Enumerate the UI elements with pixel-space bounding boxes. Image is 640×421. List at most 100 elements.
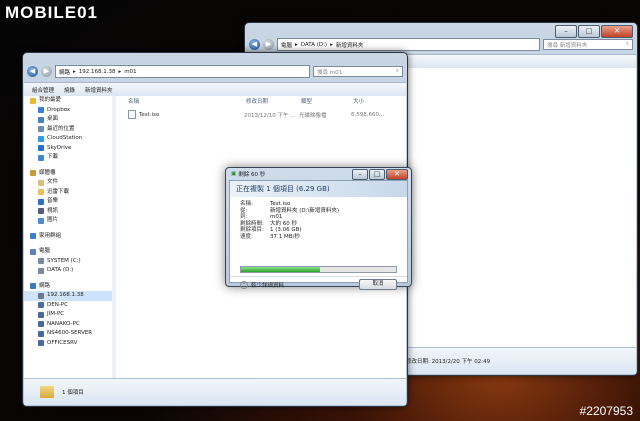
nav-group-spacer [24,348,112,354]
sidebar-item[interactable]: 音樂 [24,197,112,207]
sidebar-item[interactable]: SkyDrive [24,144,112,154]
close-button[interactable]: ✕ [386,169,408,180]
sidebar-item[interactable]: OFFICESRV [24,339,112,349]
minimize-button[interactable]: – [352,169,368,180]
column-header-type[interactable]: 類型 [301,96,312,106]
navigation-pane[interactable]: 我的最愛 Dropbox 桌面最近的位置 CloudStation SkyDrive 下載… [24,96,113,378]
sidebar-item[interactable]: NS4600-SERVER [24,329,112,339]
maximize-button[interactable]: □ [369,169,385,180]
window-controls: – □ ✕ [555,25,633,38]
detail-value: 37.1 MB/秒 [270,233,300,240]
forward-button[interactable]: ▶ [263,39,274,50]
sidebar-item[interactable]: SYSTEM (C:) [24,257,112,267]
server-icon [38,292,44,299]
sidebar-item[interactable]: DEN-PC [24,301,112,311]
progress-bar [240,266,397,273]
sidebar-item-label: OFFICESRV [47,339,78,346]
sidebar-item-label: NANAKO-PC [47,320,80,327]
dialog-title-text: 剩餘 60 秒 [238,172,266,178]
mobile01-logo-watermark: MOBILE01 [5,3,99,22]
column-header-name[interactable]: 名稱 [128,96,139,106]
homegroup-icon [30,233,36,240]
back-button[interactable]: ◀ [249,39,260,50]
sidebar-item[interactable]: 我的最愛 [24,96,112,106]
sidebar-item[interactable]: 桌面 [24,115,112,125]
maximize-button[interactable]: □ [578,25,600,38]
address-bar[interactable]: 電腦 ▸ DATA (D:) ▸ 新增資料夾 [277,38,540,51]
forward-button[interactable]: ▶ [41,66,52,77]
modified-date: 修改日期: 2013/2/20 下午 02:49 [406,359,491,365]
close-button[interactable]: ✕ [601,25,633,38]
details-pane: 1 個項目 [24,378,406,405]
sidebar-item[interactable]: 電腦 [24,247,112,257]
sidebar-item[interactable]: 視訊 [24,207,112,217]
address-bar[interactable]: 網路 ▸ 192.168.1.38 ▸ m01 [55,65,310,78]
less-info-toggle[interactable]: ⌃ 較少詳細資料 [240,281,284,289]
less-info-label: 較少詳細資料 [251,283,285,289]
sidebar-item-label: 最近的位置 [47,125,75,132]
sidebar-item[interactable]: 192.168.1.38 [24,291,112,301]
file-modified: 2013/12/10 下午 ... [244,112,296,119]
organize-button[interactable]: 組合管理 [32,86,54,94]
breadcrumb-1[interactable]: 192.168.1.38 [79,69,116,75]
sidebar-item-label: DATA (D:) [47,267,74,273]
copy-icon: ▣ [231,171,237,177]
sidebar-item[interactable]: 文件 [24,178,112,188]
search-input[interactable]: 搜尋 m01 ⌕ [313,66,403,77]
sidebar-item[interactable]: 迅雷下載 [24,188,112,198]
copy-progress-dialog[interactable]: ▣ 剩餘 60 秒 – □ ✕ 正在複製 1 個項目 (6.29 GB) 名稱:… [225,167,412,290]
folder-icon [38,189,44,196]
sidebar-item-label: NS4600-SERVER [47,330,93,336]
scrollbar[interactable] [112,96,116,378]
sidebar-item[interactable]: 媒體櫃 [24,169,112,179]
breadcrumb-2[interactable]: 新增資料夾 [336,41,364,49]
breadcrumb-0[interactable]: 網路 [59,68,70,76]
new-folder-button[interactable]: 新增資料夾 [85,86,113,94]
sidebar-item[interactable]: 家用群組 [24,232,112,242]
skydrive-icon [38,145,44,152]
cancel-button[interactable]: 取消 [359,279,397,290]
sidebar-item-label: 媒體櫃 [39,169,56,176]
dialog-heading-band: 正在複製 1 個項目 (6.29 GB) [230,181,407,197]
pc-icon [38,302,44,309]
dialog-controls: – □ ✕ [352,169,408,180]
dropbox-icon [38,107,44,114]
sidebar-item-label: 文件 [47,179,59,185]
breadcrumb-0[interactable]: 電腦 [281,41,292,49]
column-header-size[interactable]: 大小 [353,96,364,106]
progress-fill [241,267,321,272]
table-row[interactable]: Test.iso 2013/12/10 下午 ... 光碟映像檔 6,598,6… [128,110,400,119]
sidebar-item[interactable]: 圖片 [24,216,112,226]
search-input[interactable]: 搜尋 新增資料夾 ⌕ [543,39,633,50]
sidebar-item-label: JIM-PC [47,311,65,317]
sidebar-item[interactable]: 最近的位置 [24,125,112,135]
sidebar-item-label: 桌面 [47,116,59,122]
cloud-icon [38,135,44,142]
minimize-button[interactable]: – [555,25,577,38]
item-count: 1 個項目 [62,390,84,396]
sidebar-item-label: 下載 [47,154,59,160]
sidebar-item[interactable]: CloudStation [24,134,112,144]
recent-icon [38,126,44,133]
sidebar-item-label: SkyDrive [47,144,72,151]
pc-icon [38,340,44,347]
sidebar-item[interactable]: 網路 [24,282,112,292]
search-placeholder: 搜尋 新增資料夾 [547,42,588,49]
video-icon [38,208,44,215]
breadcrumb-1[interactable]: DATA (D:) [301,42,327,48]
post-id-watermark: #2207953 [579,404,633,418]
sidebar-item[interactable]: NANAKO-PC [24,320,112,330]
sidebar-item[interactable]: Dropbox [24,106,112,116]
sidebar-item-label: CloudStation [47,135,83,141]
pictures-icon [38,217,44,224]
sidebar-item[interactable]: DATA (D:) [24,266,112,276]
sidebar-item[interactable]: 下載 [24,153,112,163]
sidebar-item-label: 迅雷下載 [47,188,70,195]
sidebar-item-label: DEN-PC [47,301,68,308]
column-header-modified[interactable]: 修改日期 [246,96,268,106]
back-button[interactable]: ◀ [27,66,38,77]
breadcrumb-2[interactable]: m01 [124,69,136,75]
sidebar-item[interactable]: JIM-PC [24,310,112,320]
more-info-row [230,276,407,277]
burn-button[interactable]: 燒錄 [64,86,75,94]
